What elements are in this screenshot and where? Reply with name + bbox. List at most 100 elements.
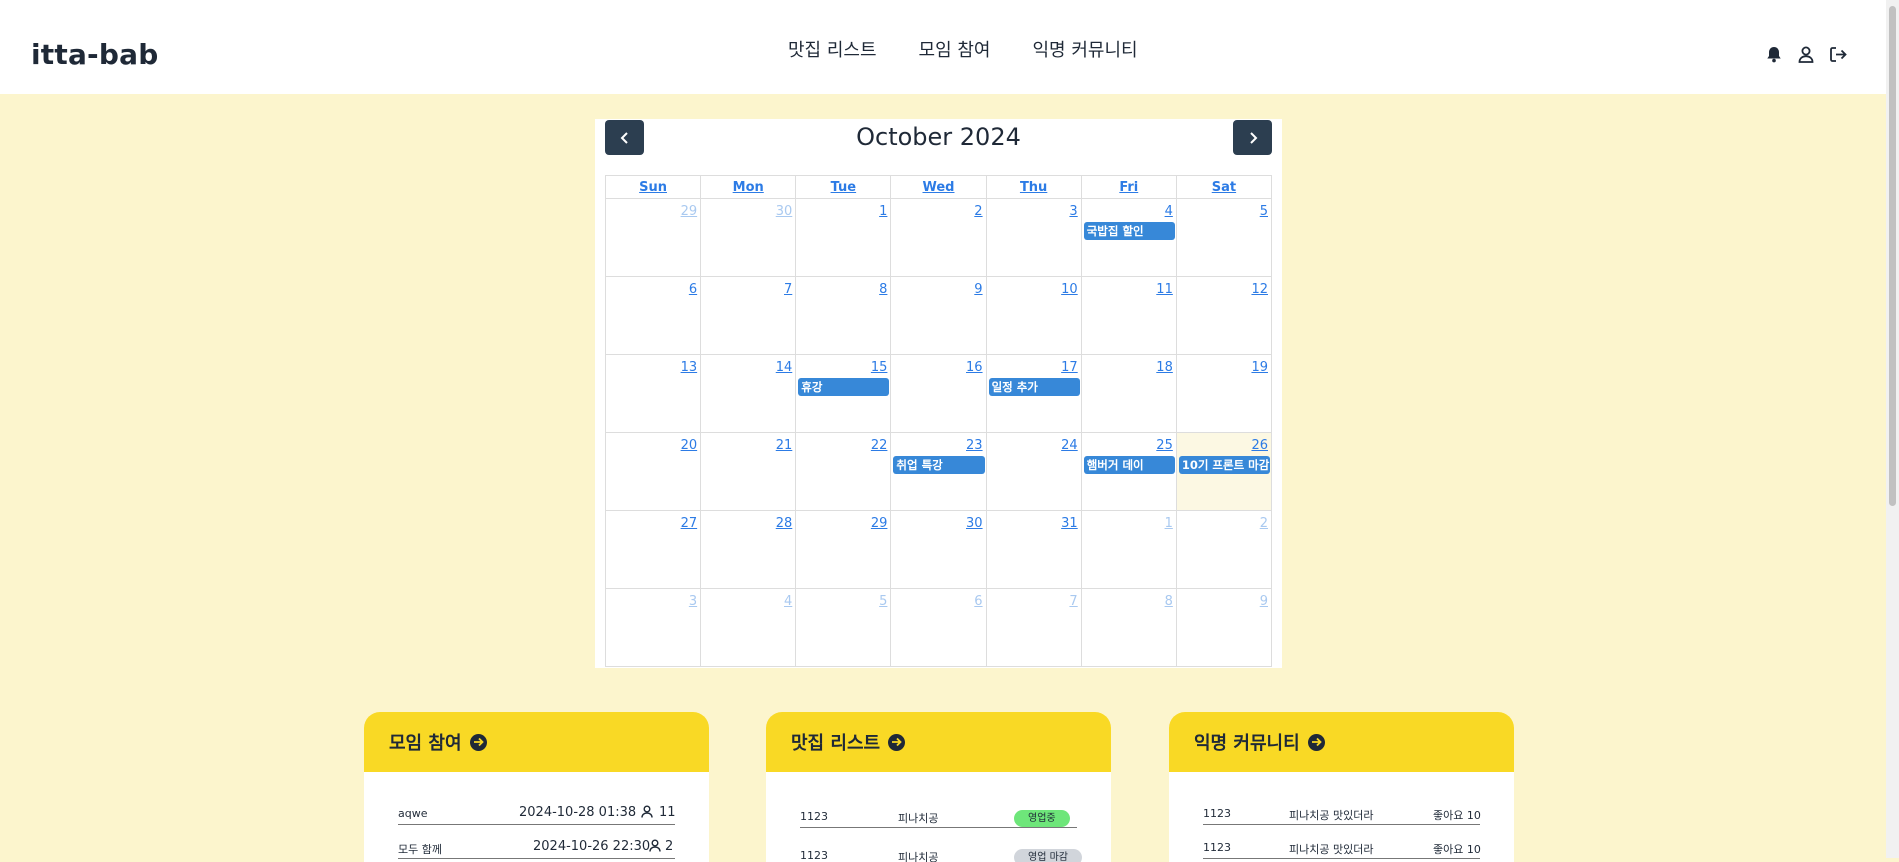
calendar-day-cell[interactable]: 5 [1175,198,1273,277]
day-number[interactable]: 2 [1177,511,1271,531]
calendar-day-cell[interactable]: 8 [795,276,892,355]
list-item[interactable]: 1123 피나치공 영업중 [800,807,1077,828]
day-number[interactable]: 15 [796,355,890,375]
calendar-day-cell[interactable]: 28 [700,510,797,589]
calendar-day-cell[interactable]: 5 [795,588,892,667]
list-item[interactable]: aqwe 2024-10-28 01:38 11 [398,804,676,825]
calendar-day-cell[interactable]: 30 [700,198,797,277]
day-number[interactable]: 22 [796,433,890,453]
calendar-day-cell[interactable]: 11 [1080,276,1177,355]
bell-icon[interactable] [1764,44,1784,64]
calendar-day-cell[interactable]: 26 10기 프론트 마감 [1175,432,1273,511]
day-number[interactable]: 8 [796,277,890,297]
calendar-day-cell[interactable]: 3 [985,198,1082,277]
day-number[interactable]: 20 [606,433,700,453]
weekday-header[interactable]: Sun [604,175,702,199]
user-icon[interactable] [1796,44,1816,64]
day-number[interactable]: 10 [987,277,1081,297]
day-number[interactable]: 2 [891,199,985,219]
day-number[interactable]: 3 [987,199,1081,219]
calendar-day-cell[interactable]: 29 [795,510,892,589]
next-month-button[interactable] [1233,120,1272,155]
calendar-day-cell[interactable]: 25 햄버거 데이 [1080,432,1177,511]
calendar-day-cell[interactable]: 3 [604,588,702,667]
calendar-day-cell[interactable]: 19 [1175,354,1273,433]
calendar-day-cell[interactable]: 6 [890,588,987,667]
calendar-day-cell[interactable]: 13 [604,354,702,433]
calendar-day-cell[interactable]: 18 [1080,354,1177,433]
list-item[interactable]: 1123 피나치공 맛있더라 좋아요 10 [1203,838,1481,859]
day-number[interactable]: 8 [1082,589,1176,609]
day-number[interactable]: 1 [796,199,890,219]
day-number[interactable]: 24 [987,433,1081,453]
meetings-card-header[interactable]: 모임 참여 [364,712,709,772]
calendar-day-cell[interactable]: 1 [795,198,892,277]
page-scrollbar[interactable] [1886,0,1899,858]
day-number[interactable]: 28 [701,511,795,531]
calendar-day-cell[interactable]: 4 [700,588,797,667]
calendar-day-cell[interactable]: 9 [890,276,987,355]
calendar-event[interactable]: 국밥집 할인 [1083,222,1175,240]
calendar-event[interactable]: 휴강 [798,378,890,396]
list-item[interactable]: 1123 피나치공 맛있더라 좋아요 10 [1203,804,1481,825]
weekday-header[interactable]: Tue [795,175,892,199]
day-number[interactable]: 29 [606,199,700,219]
day-number[interactable]: 5 [1177,199,1271,219]
calendar-day-cell[interactable]: 7 [985,588,1082,667]
day-number[interactable]: 9 [891,277,985,297]
day-number[interactable]: 26 [1177,433,1271,453]
day-number[interactable]: 14 [701,355,795,375]
calendar-day-cell[interactable]: 8 [1080,588,1177,667]
calendar-day-cell[interactable]: 29 [604,198,702,277]
day-number[interactable]: 7 [987,589,1081,609]
day-number[interactable]: 5 [796,589,890,609]
day-number[interactable]: 9 [1177,589,1271,609]
day-number[interactable]: 4 [1082,199,1176,219]
day-number[interactable]: 13 [606,355,700,375]
calendar-day-cell[interactable]: 16 [890,354,987,433]
day-number[interactable]: 6 [606,277,700,297]
calendar-day-cell[interactable]: 30 [890,510,987,589]
logout-icon[interactable] [1828,44,1848,64]
day-number[interactable]: 16 [891,355,985,375]
calendar-day-cell[interactable]: 6 [604,276,702,355]
day-number[interactable]: 30 [891,511,985,531]
day-number[interactable]: 11 [1082,277,1176,297]
list-item[interactable]: 1123 피나치공 영업 마감 [800,846,1082,862]
calendar-day-cell[interactable]: 10 [985,276,1082,355]
calendar-day-cell[interactable]: 23 취업 특강 [890,432,987,511]
day-number[interactable]: 19 [1177,355,1271,375]
list-item[interactable]: 모두 함께 2024-10-26 22:30 2 [398,838,675,859]
day-number[interactable]: 23 [891,433,985,453]
day-number[interactable]: 25 [1082,433,1176,453]
day-number[interactable]: 18 [1082,355,1176,375]
calendar-day-cell[interactable]: 15 휴강 [795,354,892,433]
calendar-day-cell[interactable]: 31 [985,510,1082,589]
calendar-event[interactable]: 10기 프론트 마감 [1178,456,1270,474]
calendar-day-cell[interactable]: 12 [1175,276,1273,355]
nav-anonymous-community[interactable]: 익명 커뮤니티 [1033,36,1138,62]
calendar-day-cell[interactable]: 9 [1175,588,1273,667]
calendar-day-cell[interactable]: 17 일정 추가 [985,354,1082,433]
calendar-day-cell[interactable]: 24 [985,432,1082,511]
day-number[interactable]: 4 [701,589,795,609]
calendar-day-cell[interactable]: 14 [700,354,797,433]
site-logo[interactable]: itta-bab [31,38,158,71]
day-number[interactable]: 7 [701,277,795,297]
calendar-day-cell[interactable]: 4 국밥집 할인 [1080,198,1177,277]
day-number[interactable]: 6 [891,589,985,609]
day-number[interactable]: 17 [987,355,1081,375]
weekday-header[interactable]: Wed [890,175,987,199]
calendar-day-cell[interactable]: 27 [604,510,702,589]
calendar-event[interactable]: 일정 추가 [988,378,1080,396]
weekday-header[interactable]: Fri [1080,175,1177,199]
calendar-day-cell[interactable]: 7 [700,276,797,355]
calendar-event[interactable]: 취업 특강 [893,456,985,474]
day-number[interactable]: 1 [1082,511,1176,531]
calendar-day-cell[interactable]: 21 [700,432,797,511]
weekday-header[interactable]: Sat [1175,175,1273,199]
weekday-header[interactable]: Thu [985,175,1082,199]
day-number[interactable]: 27 [606,511,700,531]
calendar-day-cell[interactable]: 2 [890,198,987,277]
restaurants-card-header[interactable]: 맛집 리스트 [766,712,1111,772]
